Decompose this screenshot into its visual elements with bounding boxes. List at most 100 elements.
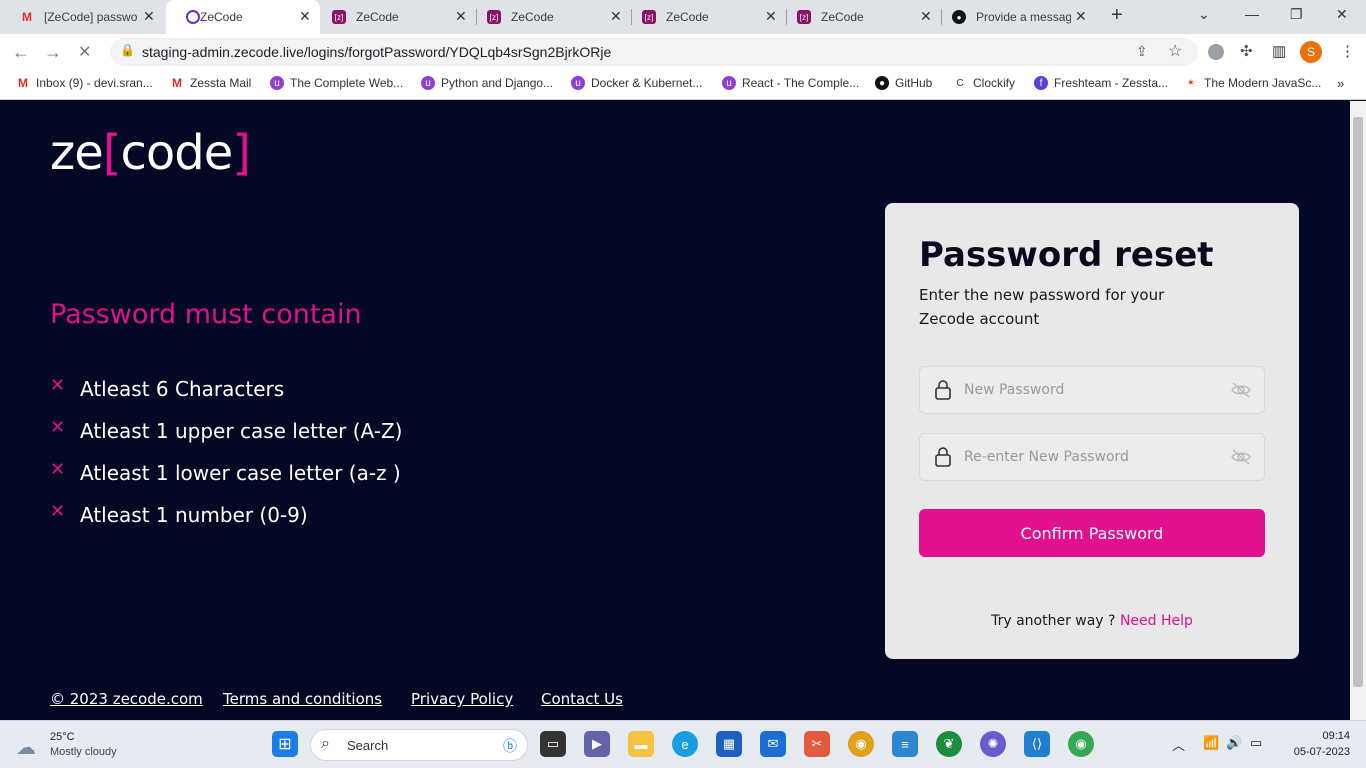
new-password-field[interactable]	[919, 366, 1265, 414]
tab-search-icon[interactable]: ⌄	[1198, 6, 1210, 23]
weather-desc: Mostly cloudy	[50, 746, 117, 758]
tab-title: ZeCode	[511, 10, 554, 24]
lock-icon	[935, 380, 951, 400]
privacy-link[interactable]: Privacy Policy	[411, 690, 513, 708]
file-explorer-icon[interactable]: ▬	[628, 731, 654, 757]
tab-zecode[interactable]: [z] ZeCode ✕	[477, 0, 631, 34]
tab-strip: M [ZeCode] passwo ✕ ZeCode ✕ [z] ZeCode …	[0, 0, 1366, 34]
bookmark-item[interactable]: M Inbox (9) - devi.sran...	[16, 76, 153, 90]
wifi-icon[interactable]: 📶	[1203, 735, 1219, 751]
bookmark-item[interactable]: u Docker & Kubernet...	[571, 76, 702, 90]
tab-title: ZeCode	[200, 10, 243, 24]
chevron-up-icon[interactable]: ︿	[1172, 735, 1185, 754]
tab-zecode-active[interactable]: ZeCode ✕	[166, 0, 320, 34]
bookmark-label: The Complete Web...	[290, 76, 404, 90]
clock[interactable]: 09:14 05-07-2023	[1294, 728, 1350, 760]
chrome-icon[interactable]: ◉	[1068, 731, 1094, 757]
bookmark-star-icon[interactable]: ☆	[1168, 41, 1182, 61]
store-icon[interactable]: ▦	[716, 731, 742, 757]
stop-loading-icon[interactable]: ✕	[78, 42, 91, 62]
help-row: Try another way ? Need Help	[885, 613, 1299, 629]
notepad-icon[interactable]: ≡	[892, 731, 918, 757]
window-close-icon[interactable]: ✕	[1336, 6, 1348, 23]
card-subtitle: Enter the new password for your Zecode a…	[919, 286, 1165, 328]
url-text: staging-admin.zecode.live/logins/forgotP…	[142, 44, 612, 60]
more-bookmarks-icon[interactable]: »	[1337, 76, 1344, 91]
scroll-thumb[interactable]	[1353, 117, 1363, 687]
bookmark-item[interactable]: M Zessta Mail	[170, 76, 251, 90]
bookmark-label: Docker & Kubernet...	[591, 76, 703, 90]
close-icon[interactable]: ✕	[143, 8, 155, 25]
new-password-input[interactable]	[964, 379, 1214, 401]
search-label: Search	[347, 738, 389, 753]
new-tab-icon[interactable]: +	[1111, 4, 1123, 27]
contact-link[interactable]: Contact Us	[541, 690, 623, 708]
close-icon[interactable]: ✕	[610, 8, 622, 25]
requirement-text: Atleast 1 upper case letter (A-Z)	[80, 419, 403, 443]
scrollbar[interactable]	[1350, 101, 1366, 720]
terms-link[interactable]: Terms and conditions	[223, 690, 382, 708]
tab-github[interactable]: ● Provide a messag ✕	[942, 0, 1096, 34]
requirement-item: ✕ Atleast 6 Characters	[50, 374, 285, 402]
windows-start-icon[interactable]: ⊞	[272, 731, 298, 757]
menu-icon[interactable]: ⋮	[1340, 42, 1355, 60]
eye-off-icon[interactable]	[1230, 448, 1252, 466]
chrome-icon[interactable]: ◉	[848, 731, 874, 757]
bookmark-item[interactable]: ✶ The Modern JavaSc...	[1184, 76, 1322, 90]
bookmark-item[interactable]: C Clockify	[953, 76, 1015, 90]
settings-icon[interactable]: ✺	[980, 731, 1006, 757]
taskbar-search[interactable]: ⌕ Search ⓑ	[310, 729, 528, 761]
requirement-text: Atleast 6 Characters	[80, 377, 285, 401]
tab-gmail[interactable]: M [ZeCode] passwo ✕	[0, 0, 164, 34]
tab-zecode[interactable]: [z] ZeCode ✕	[632, 0, 786, 34]
need-help-link[interactable]: Need Help	[1120, 613, 1193, 629]
profile-avatar[interactable]: S	[1300, 41, 1322, 63]
edge-icon[interactable]: e	[672, 731, 698, 757]
tab-zecode[interactable]: [z] ZeCode ✕	[787, 0, 941, 34]
vscode-icon[interactable]: ⟨⟩	[1024, 731, 1050, 757]
battery-icon[interactable]: ▭	[1250, 735, 1262, 751]
bookmark-item[interactable]: u The Complete Web...	[270, 76, 403, 90]
extensions-icon[interactable]: ✣	[1240, 42, 1253, 60]
search-icon: ⌕	[321, 735, 330, 752]
clock-date: 05-07-2023	[1293, 746, 1350, 758]
tab-title: [ZeCode] passwo	[44, 10, 138, 24]
restore-icon[interactable]: ❐	[1290, 6, 1303, 23]
grammarly-icon[interactable]	[1208, 44, 1224, 60]
close-icon[interactable]: ✕	[920, 8, 932, 25]
bing-icon: ⓑ	[503, 738, 517, 754]
logo-bracket-close: ]	[232, 125, 251, 181]
mongodb-icon[interactable]: ❦	[936, 731, 962, 757]
close-icon[interactable]: ✕	[765, 8, 777, 25]
forward-icon[interactable]: →	[44, 42, 62, 63]
tab-zecode[interactable]: [z] ZeCode ✕	[322, 0, 476, 34]
address-bar[interactable]: 🔒 staging-admin.zecode.live/logins/forgo…	[110, 38, 1198, 66]
back-icon[interactable]: ←	[12, 42, 30, 63]
reenter-password-field[interactable]	[919, 433, 1265, 481]
logo-code: code	[120, 125, 233, 181]
bookmark-item[interactable]: u React - The Comple...	[722, 76, 859, 90]
cross-icon: ✕	[50, 374, 66, 395]
close-icon[interactable]: ✕	[299, 8, 311, 25]
teams-icon[interactable]: ▶	[584, 731, 610, 757]
github-icon: ●	[952, 10, 966, 24]
gmail-icon: M	[172, 76, 182, 90]
eye-off-icon[interactable]	[1230, 381, 1252, 399]
zecode-logo[interactable]: ze[code]	[50, 125, 251, 181]
side-panel-icon[interactable]: ▥	[1272, 42, 1286, 60]
copyright-link[interactable]: © 2023 zecode.com	[50, 690, 203, 708]
mail-icon[interactable]: ✉	[760, 731, 786, 757]
bookmark-item[interactable]: u Python and Django...	[421, 76, 553, 90]
close-icon[interactable]: ✕	[455, 8, 467, 25]
bookmark-item[interactable]: f Freshteam - Zessta...	[1034, 76, 1168, 90]
reenter-password-input[interactable]	[964, 446, 1214, 468]
bookmark-item[interactable]: ● GitHub	[875, 76, 932, 90]
share-icon[interactable]: ⇪	[1136, 43, 1148, 60]
close-icon[interactable]: ✕	[1075, 8, 1087, 25]
task-view-icon[interactable]: ▭	[540, 731, 566, 757]
minimize-icon[interactable]: —	[1245, 6, 1259, 22]
volume-icon[interactable]: 🔊	[1226, 735, 1242, 751]
confirm-password-button[interactable]: Confirm Password	[919, 509, 1265, 557]
snipping-tool-icon[interactable]: ✂	[804, 731, 830, 757]
cross-icon: ✕	[50, 416, 66, 437]
